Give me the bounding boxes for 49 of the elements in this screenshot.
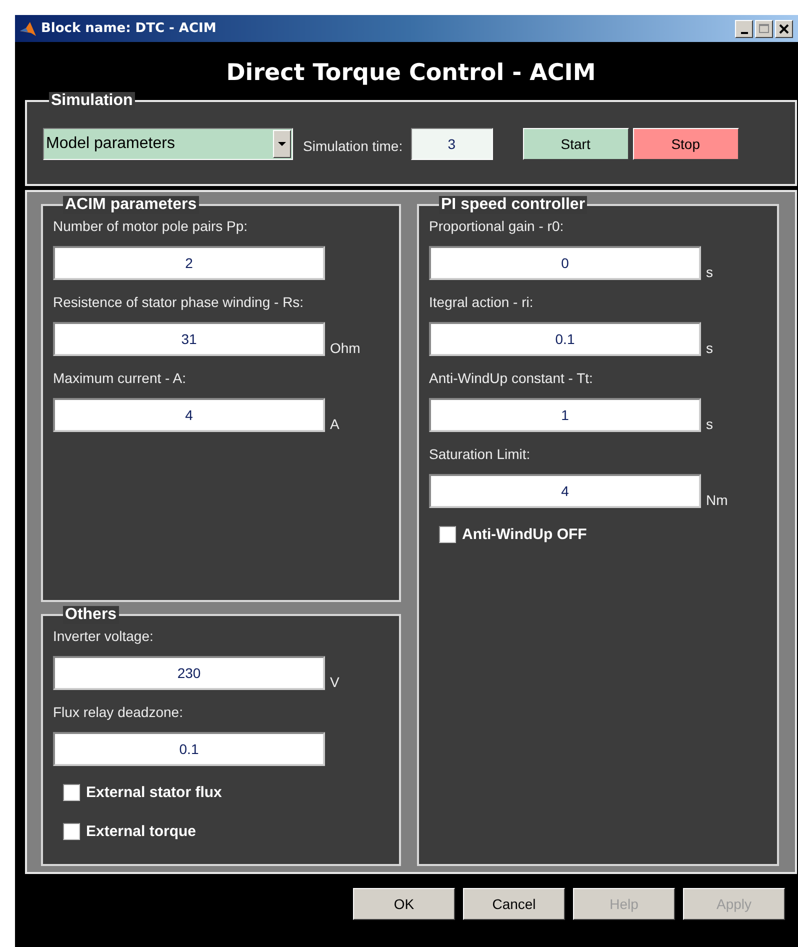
input-field[interactable]: 2 xyxy=(53,246,325,280)
unit-label: Nm xyxy=(706,492,728,508)
field-label: Anti-WindUp constant - Tt: xyxy=(429,370,594,386)
input-field[interactable]: 31 xyxy=(53,322,325,356)
checkbox[interactable] xyxy=(63,823,80,840)
unit-label: s xyxy=(706,340,713,356)
maximize-icon xyxy=(758,22,770,34)
group-title: ACIM parameters xyxy=(63,196,199,214)
checkbox[interactable] xyxy=(439,526,456,543)
checkbox-label: Anti-WindUp OFF xyxy=(462,526,587,543)
input-field[interactable]: 4 xyxy=(53,398,325,432)
checkbox-label: External torque xyxy=(86,823,196,840)
dialog-heading: Direct Torque Control - ACIM xyxy=(225,59,597,88)
window-title: Block name: DTC - ACIM xyxy=(41,21,218,36)
peak-icon xyxy=(19,20,37,38)
unit-label: s xyxy=(706,416,713,432)
group-title: PI speed controller xyxy=(439,196,588,214)
field-label: Simulation time: xyxy=(303,138,403,154)
field-label: Maximum current - A: xyxy=(53,370,188,386)
input-field[interactable]: 4 xyxy=(429,474,701,508)
minimize-button[interactable] xyxy=(735,20,753,38)
mode-dropdown[interactable]: Model parameters xyxy=(43,128,293,160)
checkbox-label: External stator flux xyxy=(86,784,222,801)
field-label: Inverter voltage: xyxy=(53,628,154,644)
maximize-button[interactable] xyxy=(755,20,773,38)
input-field[interactable]: 0.1 xyxy=(429,322,701,356)
input-field[interactable]: 0.1 xyxy=(53,732,325,766)
dialog-button[interactable]: OK xyxy=(353,888,455,920)
close-button[interactable] xyxy=(775,20,793,38)
time-field[interactable]: 3 xyxy=(410,128,493,160)
field-label: Itegral action - ri: xyxy=(429,294,534,310)
field-label: Saturation Limit: xyxy=(429,446,532,462)
field-label: Resistence of stator phase winding - Rs: xyxy=(53,294,305,310)
unit-label: Ohm xyxy=(330,340,360,356)
input-field[interactable]: 230 xyxy=(53,656,325,690)
input-field[interactable]: 0 xyxy=(429,246,701,280)
unit-label: A xyxy=(330,416,340,432)
unit-label: s xyxy=(706,264,713,280)
unit-label: V xyxy=(330,674,340,690)
checkbox[interactable] xyxy=(63,784,80,801)
close-icon xyxy=(778,22,790,34)
stop-button[interactable]: Stop xyxy=(632,128,739,160)
field-label: Flux relay deadzone: xyxy=(53,704,184,720)
field-label: Number of motor pole pairs Pp: xyxy=(53,218,249,234)
dialog-button[interactable]: Cancel xyxy=(463,888,565,920)
input-field[interactable]: 1 xyxy=(429,398,701,432)
field-label: Proportional gain - r0: xyxy=(429,218,565,234)
start-button[interactable]: Start xyxy=(522,128,629,160)
minimize-icon xyxy=(740,32,748,34)
